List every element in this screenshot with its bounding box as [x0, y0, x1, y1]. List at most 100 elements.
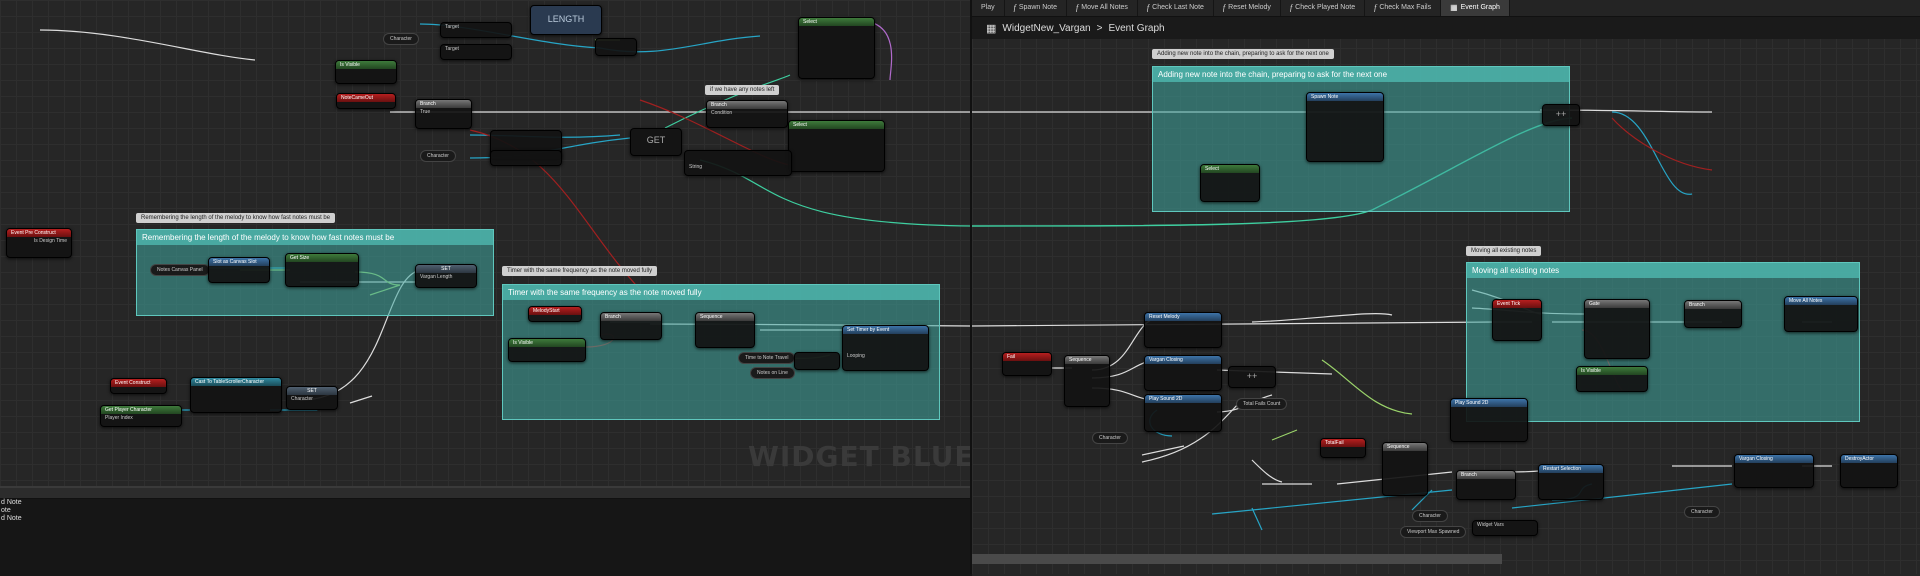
get-node[interactable]: GET [630, 128, 682, 156]
list-item[interactable]: ote [0, 507, 972, 515]
select-node-mid[interactable]: Select [788, 120, 885, 172]
tab-label: Move All Notes [1081, 4, 1128, 11]
variable-get-node[interactable]: Character [383, 33, 419, 45]
breadcrumb-widget[interactable]: WidgetNew_Vargan [1002, 23, 1090, 34]
set-timer-node[interactable]: Set Timer by Event Looping [842, 325, 929, 371]
condition-pin[interactable]: Condition [707, 109, 787, 117]
tab-check-played-note[interactable]: f Check Played Note [1281, 0, 1366, 16]
character-pin[interactable]: Character [287, 395, 337, 403]
node-header: NoteCameOut [337, 94, 395, 102]
branch-node-r[interactable]: Branch [1684, 300, 1742, 328]
string-field[interactable]: String [685, 163, 791, 171]
gate-node[interactable]: Gate [1584, 299, 1650, 359]
node-header: Get Size [286, 254, 358, 262]
move-all-notes-node[interactable]: Move All Notes [1784, 296, 1858, 332]
restart-selection-node[interactable]: Restart Selection [1538, 464, 1604, 500]
tab-event-graph[interactable]: ▦ Event Graph [1441, 0, 1510, 16]
is-design-time-pin[interactable]: Is Design Time [7, 237, 71, 245]
note-came-out-node[interactable]: NoteCameOut [336, 93, 396, 109]
is-visible-node-r[interactable]: Is Visible [1576, 366, 1648, 392]
play-sound-node[interactable]: Play Sound 2D [1144, 394, 1222, 432]
vargan-closing-node[interactable]: Vargan Closing [1144, 355, 1222, 391]
player-index-pin[interactable]: Player Index [101, 414, 181, 422]
grid-icon[interactable]: ▦ [986, 22, 996, 35]
increment-node[interactable]: ++ [1542, 104, 1580, 126]
notes-on-line-node[interactable]: Notes on Line [750, 367, 795, 379]
horizontal-scrollbar[interactable] [972, 554, 1502, 564]
increment-node-2[interactable]: ++ [1228, 366, 1276, 388]
node-header: Is Visible [1577, 367, 1647, 375]
bottom-panel: d Note ote d Note [0, 486, 972, 576]
event-construct-node[interactable]: Event Construct [110, 378, 167, 394]
widget-ref-node[interactable]: Widget Vars [1472, 520, 1538, 536]
tab-play[interactable]: Play [972, 0, 1005, 16]
tab-spawn-note[interactable]: f Spawn Note [1005, 0, 1067, 16]
fail-node[interactable]: Fail [1002, 352, 1052, 376]
sequence-node-r2[interactable]: Sequence [1382, 442, 1428, 496]
set-character-node[interactable]: SET Character [286, 386, 338, 410]
left-graph-panel[interactable]: Remembering the length of the melody to … [0, 0, 972, 486]
string-node[interactable]: String [684, 150, 792, 176]
target-node-1[interactable]: Target [440, 22, 512, 38]
sequence-node[interactable]: Sequence [695, 312, 755, 348]
is-visible-node[interactable]: Is Visible [335, 60, 397, 84]
divide-node[interactable] [794, 352, 840, 370]
get-player-character-node[interactable]: Get Player Character Player Index [100, 405, 182, 427]
branch-true-pin[interactable]: True [416, 108, 471, 116]
vargan-closing-node-2[interactable]: Vargan Closing [1734, 454, 1814, 488]
select-node[interactable]: Select [1200, 164, 1260, 202]
target-label: Target [445, 46, 459, 52]
list-item[interactable]: d Note [0, 499, 972, 507]
variable-label: Character [390, 36, 412, 42]
sequence-node-r[interactable]: Sequence [1064, 355, 1110, 407]
melody-start-node[interactable]: MelodyStart [528, 306, 582, 322]
target-node-4[interactable] [490, 150, 562, 166]
set-vargan-length-node[interactable]: SET Vargan Length [415, 264, 477, 288]
breadcrumb-graph[interactable]: Event Graph [1108, 23, 1164, 34]
node-header: Get Player Character [101, 406, 181, 414]
node-header: MelodyStart [529, 307, 581, 315]
reset-melody-node[interactable]: Reset Melody [1144, 312, 1222, 348]
character-node[interactable]: Character [1092, 432, 1128, 444]
character-node-3[interactable]: Character [1684, 506, 1720, 518]
select-node-top[interactable]: Select [798, 17, 875, 79]
variable-get-node-2[interactable]: Character [420, 150, 456, 162]
comment-title: Moving all existing notes [1467, 263, 1859, 278]
right-graph-panel[interactable]: Play f Spawn Note f Move All Notes f Check … [972, 0, 1920, 574]
node-header: Select [789, 121, 884, 129]
slot-as-canvas-node[interactable]: Slot as Canvas Slot [208, 257, 270, 283]
time-note-node[interactable]: Time to Note Travel [738, 352, 796, 364]
list-item[interactable]: d Note [0, 515, 972, 523]
branch-node-2[interactable]: Branch Condition [706, 100, 788, 128]
total-fail-node[interactable]: TotalFail [1320, 438, 1366, 458]
vargan-length-pin[interactable]: Vargan Length [416, 273, 476, 281]
math-node[interactable] [595, 38, 637, 56]
node-header: Vargan Closing [1735, 455, 1813, 463]
tab-move-all-notes[interactable]: f Move All Notes [1067, 0, 1138, 16]
notes-canvas-panel-node[interactable]: Notes Canvas Panel [150, 264, 210, 276]
play-sound-node-2[interactable]: Play Sound 2D [1450, 398, 1528, 442]
tab-reset-melody[interactable]: f Reset Melody [1214, 0, 1281, 16]
looping-pin[interactable]: Looping [843, 352, 928, 360]
destroy-actor-node[interactable]: DestroyActor [1840, 454, 1898, 488]
function-icon: f [1289, 3, 1293, 12]
cast-to-node[interactable]: Cast To TableScrollerCharacter [190, 377, 282, 413]
branch-node-r2[interactable]: Branch [1456, 470, 1516, 500]
is-visible-node-2[interactable]: Is Visible [508, 338, 586, 362]
tab-check-last-note[interactable]: f Check Last Note [1138, 0, 1214, 16]
event-pre-construct-node[interactable]: Event Pre Construct Is Design Time [6, 228, 72, 258]
branch-node-3[interactable]: Branch [600, 312, 662, 340]
character-node-2[interactable]: Character [1412, 510, 1448, 522]
spawn-note-node[interactable]: Spawn Note [1306, 92, 1384, 162]
target-node-2[interactable]: Target [440, 44, 512, 60]
get-size-node[interactable]: Get Size [285, 253, 359, 287]
tab-check-max-fails[interactable]: f Check Max Fails [1365, 0, 1442, 16]
length-node[interactable]: LENGTH [530, 5, 602, 35]
node-header: Vargan Closing [1145, 356, 1221, 364]
total-fails-node[interactable]: Total Fails Count [1236, 398, 1288, 410]
viewport-max-node[interactable]: Viewport Max Spawned [1400, 526, 1467, 538]
get-label: GET [646, 135, 666, 145]
event-tick-node[interactable]: Event Tick [1492, 299, 1542, 341]
branch-node[interactable]: Branch True [415, 99, 472, 129]
node-header: Is Visible [336, 61, 396, 69]
